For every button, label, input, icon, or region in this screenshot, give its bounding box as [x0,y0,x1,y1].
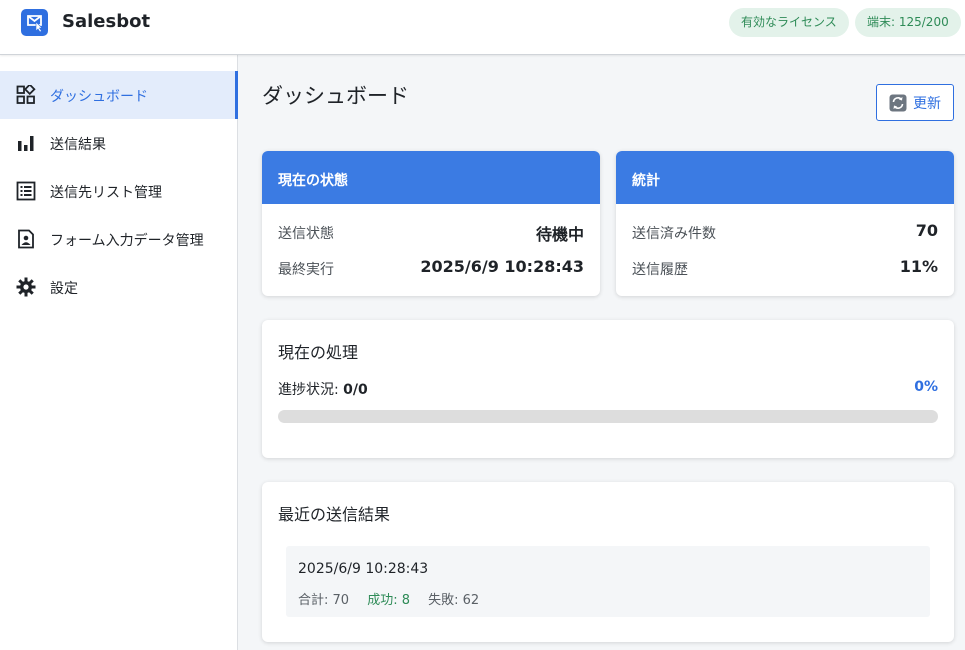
last-run-row: 最終実行 2025/6/9 10:28:43 [278,257,584,279]
send-status-row: 送信状態 待機中 [278,221,584,244]
progress-value: 0/0 [343,382,368,398]
stats-card-title: 統計 [616,151,954,204]
refresh-button[interactable]: 更新 [876,84,954,121]
sidebar-item-label: ダッシュボード [50,89,148,105]
app-title: Salesbot [62,11,151,32]
sidebar-item-dashboard[interactable]: ダッシュボード [0,71,238,119]
processing-title: 現在の処理 [278,343,359,362]
result-summary: 合計: 70 成功: 8 失敗: 62 [298,589,493,608]
sent-count-row: 送信済み件数 70 [632,221,938,243]
contact-card-icon [16,229,36,249]
result-entry[interactable]: 2025/6/9 10:28:43 合計: 70 成功: 8 失敗: 62 [286,546,930,617]
list-icon [16,181,36,201]
sent-count-key: 送信済み件数 [632,226,716,242]
processing-card: 現在の処理 進捗状況: 0/0 0% [262,320,954,458]
progress-percent: 0% [914,379,938,395]
status-card-title: 現在の状態 [262,151,600,204]
refresh-icon [889,94,907,112]
salesbot-logo-icon [21,9,48,36]
sidebar-item-form-data[interactable]: フォーム入力データ管理 [0,215,238,263]
sidebar-item-settings[interactable]: 設定 [0,263,238,311]
app-header: Salesbot 有効なライセンス 端末: 125/200 [0,0,965,55]
device-count-badge: 端末: 125/200 [855,8,961,37]
recent-results-title: 最近の送信結果 [278,505,391,524]
result-date: 2025/6/9 10:28:43 [298,561,429,577]
progress-bar [278,410,938,423]
refresh-label: 更新 [913,94,941,111]
send-status-value: 待機中 [535,225,584,244]
sidebar-item-recipient-list[interactable]: 送信先リスト管理 [0,167,238,215]
result-failure: 失敗: 62 [428,593,480,608]
gear-icon [16,277,36,297]
progress-label-text: 進捗状況: [278,382,339,398]
sidebar-item-label: 送信先リスト管理 [50,185,162,201]
page-title: ダッシュボード [262,84,409,108]
progress-label: 進捗状況: 0/0 [278,379,368,399]
sidebar-item-label: 送信結果 [50,137,106,153]
status-card: 現在の状態 送信状態 待機中 最終実行 2025/6/9 10:28:43 [262,151,600,296]
send-history-key: 送信履歴 [632,262,688,278]
result-success: 成功: 8 [367,593,410,608]
send-status-key: 送信状態 [278,226,334,242]
sidebar: ダッシュボード 送信結果 送信先リスト管理 フォーム入力データ管理 設定 [0,55,238,650]
send-history-value: 11% [899,257,938,276]
recent-results-card: 最近の送信結果 2025/6/9 10:28:43 合計: 70 成功: 8 失… [262,482,954,642]
last-run-key: 最終実行 [278,262,334,278]
stats-card: 統計 送信済み件数 70 送信履歴 11% [616,151,954,296]
sent-count-value: 70 [915,221,938,240]
license-status-badge: 有効なライセンス [729,8,849,37]
result-total: 合計: 70 [298,593,350,608]
sidebar-item-send-results[interactable]: 送信結果 [0,119,238,167]
send-history-row: 送信履歴 11% [632,257,938,279]
dashboard-icon [16,83,36,105]
sidebar-item-label: フォーム入力データ管理 [50,233,204,249]
last-run-value: 2025/6/9 10:28:43 [420,257,584,276]
bar-chart-icon [16,133,36,153]
sidebar-item-label: 設定 [50,281,78,297]
